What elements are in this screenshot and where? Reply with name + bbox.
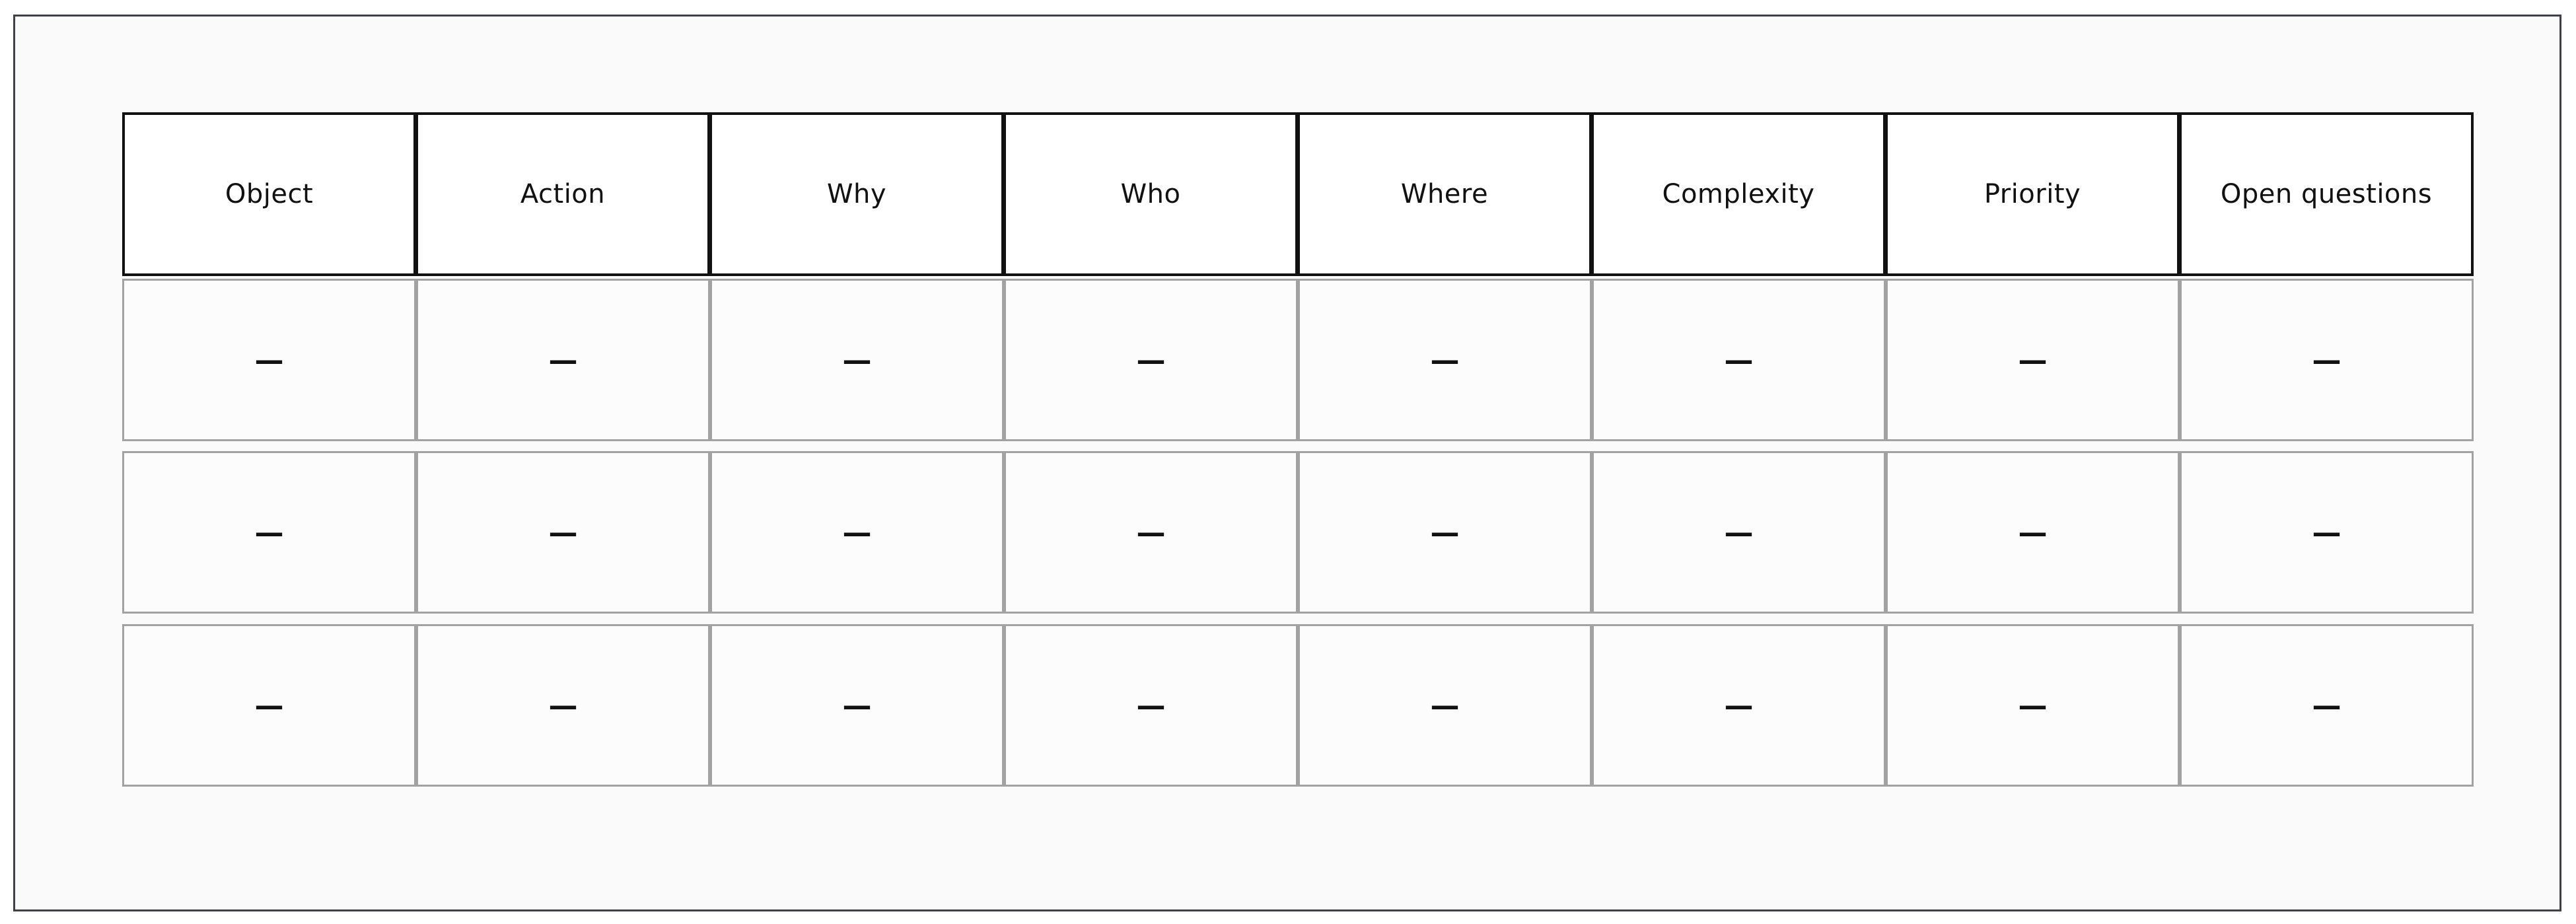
header-cell-priority[interactable]: Priority	[1886, 112, 2180, 276]
table-cell[interactable]: —	[710, 451, 1004, 614]
table-row: — — — — — — — —	[122, 451, 2474, 614]
table-cell[interactable]: —	[1592, 451, 1886, 614]
table-cell[interactable]: —	[122, 624, 416, 787]
table-cell[interactable]: —	[122, 279, 416, 441]
table-cell[interactable]: —	[1298, 451, 1592, 614]
table-cell[interactable]: —	[1886, 279, 2180, 441]
header-cell-open-questions[interactable]: Open questions	[2180, 112, 2474, 276]
header-cell-where[interactable]: Where	[1298, 112, 1592, 276]
table-cell[interactable]: —	[416, 624, 710, 787]
table-cell[interactable]: —	[2180, 451, 2474, 614]
table-cell[interactable]: —	[1298, 624, 1592, 787]
header-row: Object Action Why Who Where Complexity P…	[122, 112, 2474, 276]
table-cell[interactable]: —	[122, 451, 416, 614]
header-cell-object[interactable]: Object	[122, 112, 416, 276]
table-cell[interactable]: —	[1592, 624, 1886, 787]
table-cell[interactable]: —	[710, 279, 1004, 441]
table-cell[interactable]: —	[416, 451, 710, 614]
table-cell[interactable]: —	[1004, 451, 1298, 614]
table-cell[interactable]: —	[710, 624, 1004, 787]
header-cell-why[interactable]: Why	[710, 112, 1004, 276]
header-cell-who[interactable]: Who	[1004, 112, 1298, 276]
table-row: — — — — — — — —	[122, 624, 2474, 787]
table-cell[interactable]: —	[1592, 279, 1886, 441]
table-cell[interactable]: —	[2180, 624, 2474, 787]
table-cell[interactable]: —	[1004, 279, 1298, 441]
table-cell[interactable]: —	[1886, 624, 2180, 787]
header-cell-complexity[interactable]: Complexity	[1592, 112, 1886, 276]
table-cell[interactable]: —	[1004, 624, 1298, 787]
header-cell-action[interactable]: Action	[416, 112, 710, 276]
table-cell[interactable]: —	[416, 279, 710, 441]
table-cell[interactable]: —	[1886, 451, 2180, 614]
table-cell[interactable]: —	[2180, 279, 2474, 441]
table-cell[interactable]: —	[1298, 279, 1592, 441]
table-row: — — — — — — — —	[122, 279, 2474, 441]
